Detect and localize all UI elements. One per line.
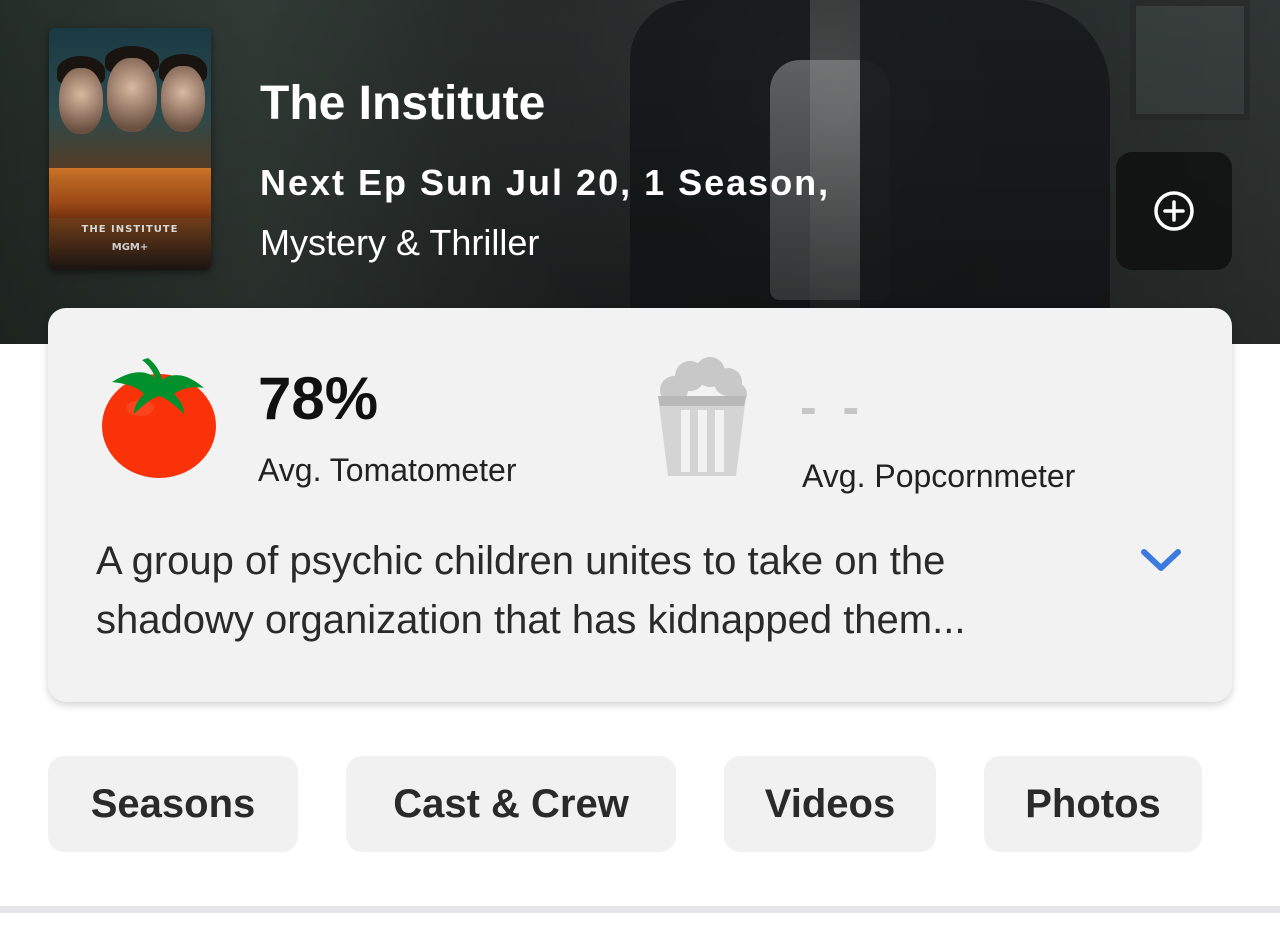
poster-face: [59, 68, 103, 134]
poster-title: THE INSTITUTE: [81, 224, 179, 235]
tomato-icon: [102, 358, 216, 478]
show-schedule: Next Ep Sun Jul 20, 1 Season,: [260, 162, 831, 203]
add-to-watchlist-button[interactable]: [1116, 152, 1232, 270]
tab-seasons[interactable]: Seasons: [48, 756, 298, 852]
tab-cast-crew[interactable]: Cast & Crew: [346, 756, 676, 852]
poster-face: [161, 66, 205, 132]
show-title: The Institute: [260, 77, 546, 130]
popcornmeter-label: Avg. Popcornmeter: [802, 458, 1076, 494]
tab-photos[interactable]: Photos: [984, 756, 1202, 852]
popcornmeter-score: - -: [800, 379, 866, 435]
section-divider: [0, 906, 1280, 913]
poster-brand-logo: MGM+: [111, 242, 149, 253]
chevron-down-icon[interactable]: [1138, 544, 1184, 576]
poster-face: [107, 58, 157, 132]
poster-flames: [49, 168, 211, 218]
tab-videos[interactable]: Videos: [724, 756, 936, 852]
tomatometer-label: Avg. Tomatometer: [258, 452, 517, 488]
show-poster[interactable]: THE INSTITUTE MGM+: [49, 28, 211, 270]
show-synopsis: A group of psychic children unites to ta…: [96, 539, 966, 642]
show-genre: Mystery & Thriller: [260, 222, 540, 263]
tomatometer-score: 78%: [258, 365, 379, 432]
popcorn-bucket-icon: [658, 357, 747, 476]
plus-circle-icon: [1154, 191, 1194, 231]
